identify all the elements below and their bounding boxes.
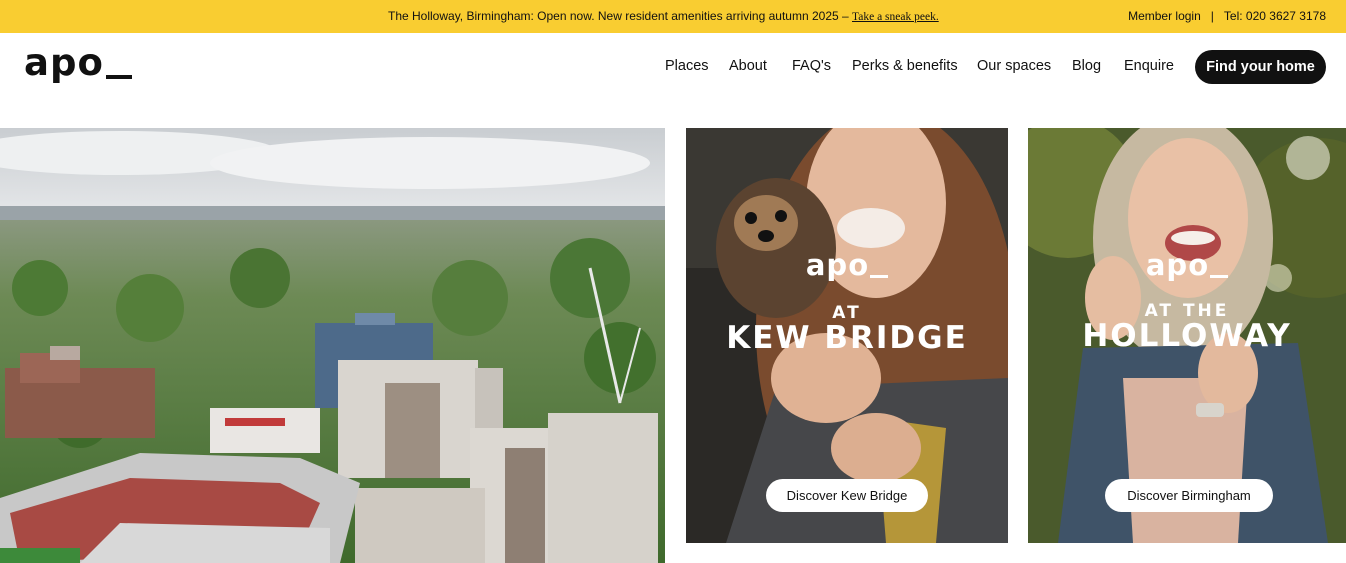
announcement-message: The Holloway, Birmingham: Open now. New …	[388, 0, 939, 34]
phone-link[interactable]: Tel: 020 3627 3178	[1224, 9, 1326, 23]
discover-birmingham-button[interactable]: Discover Birmingham	[1105, 479, 1273, 512]
member-login-link[interactable]: Member login	[1128, 9, 1201, 23]
kew-bridge-card[interactable]: apo AT KEW BRIDGE Discover Kew Bridge	[686, 128, 1008, 543]
nav-places[interactable]: Places	[665, 58, 709, 74]
find-your-home-button[interactable]: Find your home	[1195, 50, 1326, 84]
main-nav: Places About FAQ's Perks & benefits Our …	[0, 50, 1346, 84]
card-place-title: HOLLOWAY	[1082, 318, 1292, 354]
top-utility-links: Member login | Tel: 020 3627 3178	[1128, 0, 1326, 33]
announcement-text: The Holloway, Birmingham: Open now. New …	[388, 9, 853, 23]
card-brand-logo: apo	[686, 248, 1008, 282]
discover-kew-bridge-button[interactable]: Discover Kew Bridge	[766, 479, 928, 512]
nav-enquire[interactable]: Enquire	[1124, 58, 1174, 74]
nav-perks-benefits[interactable]: Perks & benefits	[852, 58, 958, 74]
card-place-title: KEW BRIDGE	[726, 320, 968, 356]
nav-blog[interactable]: Blog	[1072, 58, 1101, 74]
nav-about[interactable]: About	[729, 58, 767, 74]
announcement-bar: The Holloway, Birmingham: Open now. New …	[0, 0, 1346, 33]
holloway-card[interactable]: apo AT THE HOLLOWAY Discover Birmingham	[1028, 128, 1346, 543]
card-brand-text: apo	[805, 248, 870, 282]
sneak-peek-link[interactable]: Take a sneak peek.	[852, 11, 939, 23]
utility-separator: |	[1210, 9, 1214, 23]
nav-faqs[interactable]: FAQ's	[792, 58, 831, 74]
hero-aerial-image	[0, 128, 665, 563]
card-brand-text: apo	[1145, 248, 1210, 282]
card-brand-logo: apo	[1028, 248, 1346, 282]
card-brand-underscore	[1210, 275, 1229, 278]
card-brand-underscore	[870, 275, 889, 278]
nav-our-spaces[interactable]: Our spaces	[977, 58, 1051, 74]
